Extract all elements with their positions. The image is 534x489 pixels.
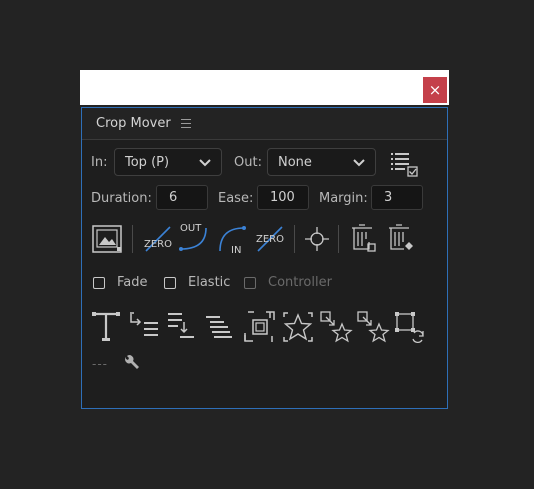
in-label: In: (91, 155, 108, 170)
ease-label: Ease: (218, 191, 254, 206)
fit-image-icon[interactable] (92, 225, 122, 253)
wrench-icon[interactable] (123, 354, 141, 372)
anchor-point-icon[interactable] (304, 226, 330, 252)
delete-keys-icon[interactable] (350, 224, 378, 254)
controller-label: Controller (268, 275, 332, 290)
star-frame-icon[interactable] (282, 311, 314, 343)
chevron-down-icon (353, 159, 365, 167)
elastic-label: Elastic (188, 275, 231, 290)
out-select-value: None (278, 155, 312, 170)
out-text: OUT (180, 223, 202, 234)
margin-label: Margin: (319, 191, 368, 206)
align-lines-icon[interactable] (128, 312, 160, 340)
chevron-down-icon (199, 159, 211, 167)
window-titlebar (80, 70, 449, 105)
star-move-icon[interactable] (320, 311, 354, 345)
out-label: Out: (234, 155, 262, 170)
zero-out-icon[interactable]: ZERO (142, 223, 174, 255)
stacked-lines-icon[interactable] (204, 314, 234, 340)
separator (294, 225, 295, 253)
out-select[interactable]: None (267, 148, 376, 176)
fade-checkbox[interactable] (93, 277, 105, 289)
lines-down-icon[interactable] (166, 312, 198, 340)
ease-out-icon[interactable]: OUT (178, 220, 210, 254)
ease-in-icon[interactable]: IN (216, 223, 250, 257)
zero-in-icon[interactable]: ZERO (254, 223, 286, 255)
fade-label: Fade (117, 275, 148, 290)
text-tool-icon[interactable] (91, 311, 121, 343)
fit-frame-icon[interactable] (244, 311, 276, 343)
controller-checkbox[interactable] (244, 277, 256, 289)
duration-field[interactable]: 6 (156, 185, 208, 210)
duration-label: Duration: (91, 191, 152, 206)
delete-keyframes-icon[interactable] (387, 224, 415, 254)
in-select-value: Top (P) (125, 155, 170, 170)
crop-mover-panel: Crop Mover In: Top (P) Out: None Duratio… (81, 107, 448, 409)
margin-field[interactable]: 3 (371, 185, 423, 210)
panel-title: Crop Mover (96, 116, 171, 131)
frame-loop-icon[interactable] (394, 311, 426, 345)
elastic-checkbox[interactable] (164, 277, 176, 289)
close-button[interactable]: × (423, 77, 447, 103)
zero-out-text: ZERO (144, 239, 172, 250)
panel-header: Crop Mover (82, 108, 447, 140)
checklist-icon[interactable] (389, 152, 421, 178)
dashes-label: --- (92, 357, 108, 371)
separator (338, 225, 339, 253)
in-text: IN (231, 245, 241, 256)
separator (132, 225, 133, 253)
ease-field[interactable]: 100 (257, 185, 309, 210)
hamburger-menu-icon[interactable] (181, 119, 191, 128)
zero-in-text: ZERO (256, 234, 284, 245)
star-scale-icon[interactable] (357, 311, 391, 345)
in-select[interactable]: Top (P) (114, 148, 222, 176)
